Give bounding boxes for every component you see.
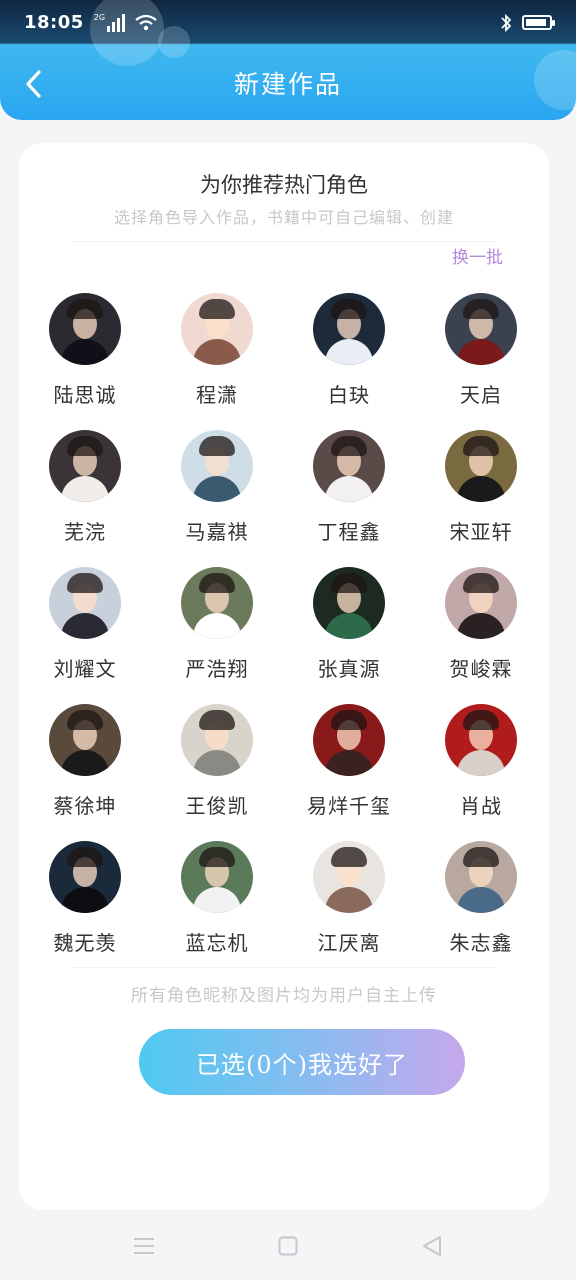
character-name: 马嘉祺 (185, 520, 249, 544)
back-nav-button[interactable] (419, 1233, 445, 1259)
character-name: 程潇 (196, 383, 238, 407)
character-item[interactable]: 宋亚轩 (415, 430, 547, 567)
status-time: 18:05 (24, 12, 84, 33)
character-name: 芜浣 (64, 520, 106, 544)
back-triangle-icon (423, 1236, 441, 1256)
character-avatar (181, 841, 253, 913)
character-item[interactable]: 张真源 (283, 567, 415, 704)
character-avatar (49, 430, 121, 502)
character-item[interactable]: 王俊凯 (151, 704, 283, 841)
upload-notice: 所有角色昵称及图片均为用户自主上传 (131, 986, 437, 1006)
status-bar: 18:05 2G (0, 0, 576, 45)
battery-level (526, 19, 546, 26)
character-name: 白玦 (328, 383, 370, 407)
chevron-left-icon (26, 70, 41, 98)
signal-icon: 2G (93, 12, 126, 32)
character-item[interactable]: 刘耀文 (19, 567, 151, 704)
divider (73, 967, 495, 968)
character-item[interactable]: 贺峻霖 (415, 567, 547, 704)
character-name: 贺峻霖 (449, 657, 513, 681)
character-avatar (49, 704, 121, 776)
wifi-icon (135, 14, 157, 30)
character-item[interactable]: 白玦 (283, 293, 415, 430)
character-avatar (49, 567, 121, 639)
page-header: 新建作品 (0, 45, 576, 120)
character-item[interactable]: 易烊千玺 (283, 704, 415, 841)
character-item[interactable]: 蔡徐坤 (19, 704, 151, 841)
character-item[interactable]: 陆思诚 (19, 293, 151, 430)
character-avatar (49, 841, 121, 913)
character-name: 江厌离 (317, 931, 381, 955)
character-name: 魏无羡 (53, 931, 117, 955)
character-name: 肖战 (460, 794, 502, 818)
card-subline: 选择角色导入作品，书籍中可自己编辑、创建 (113, 208, 454, 227)
character-name: 宋亚轩 (449, 520, 513, 544)
character-picker-card: 为你推荐热门角色 选择角色导入作品，书籍中可自己编辑、创建 换一批 陆思诚 程潇 白… (19, 143, 549, 1210)
character-name: 丁程鑫 (317, 520, 381, 544)
character-name: 蔡徐坤 (53, 794, 117, 818)
character-avatar (181, 293, 253, 365)
network-type: 2G (93, 12, 106, 22)
character-item[interactable]: 肖战 (415, 704, 547, 841)
home-button[interactable] (275, 1233, 301, 1259)
divider (73, 241, 495, 242)
character-avatar (181, 567, 253, 639)
character-item[interactable]: 天启 (415, 293, 547, 430)
character-avatar (181, 430, 253, 502)
menu-button[interactable] (131, 1233, 157, 1259)
character-name: 刘耀文 (53, 657, 117, 681)
character-item[interactable]: 魏无羡 (19, 841, 151, 978)
battery-icon (522, 15, 555, 30)
character-avatar (445, 704, 517, 776)
character-avatar (445, 567, 517, 639)
home-square-icon (278, 1236, 298, 1256)
character-avatar (313, 567, 385, 639)
app-header-background: 18:05 2G 新建作品 (0, 0, 576, 120)
character-item[interactable]: 芜浣 (19, 430, 151, 567)
character-item[interactable]: 江厌离 (283, 841, 415, 978)
character-name: 陆思诚 (53, 383, 117, 407)
character-item[interactable]: 丁程鑫 (283, 430, 415, 567)
character-avatar (181, 704, 253, 776)
character-name: 张真源 (317, 657, 381, 681)
character-item[interactable]: 马嘉祺 (151, 430, 283, 567)
confirm-selection-button[interactable]: 已选(0个)我选好了 (139, 1029, 465, 1095)
bluetooth-icon (501, 13, 512, 32)
character-item[interactable]: 程潇 (151, 293, 283, 430)
character-name: 蓝忘机 (185, 931, 249, 955)
character-avatar (445, 430, 517, 502)
character-grid: 陆思诚 程潇 白玦 天启芜浣 马嘉祺 丁程鑫 宋亚轩刘耀文 严浩翔 张真源 贺峻霖蔡徐坤 王俊凯 易烊… (19, 293, 549, 978)
character-name: 朱志鑫 (449, 931, 513, 955)
character-avatar (313, 841, 385, 913)
back-button[interactable] (18, 69, 48, 99)
page-title: 新建作品 (233, 69, 342, 99)
refresh-batch-button[interactable]: 换一批 (452, 243, 503, 268)
character-avatar (313, 430, 385, 502)
character-avatar (445, 841, 517, 913)
character-name: 易烊千玺 (307, 794, 391, 818)
character-avatar (313, 293, 385, 365)
character-avatar (445, 293, 517, 365)
character-avatar (49, 293, 121, 365)
card-headline: 为你推荐热门角色 (200, 173, 368, 197)
character-item[interactable]: 蓝忘机 (151, 841, 283, 978)
character-name: 王俊凯 (185, 794, 249, 818)
character-avatar (313, 704, 385, 776)
character-item[interactable]: 朱志鑫 (415, 841, 547, 978)
menu-icon (134, 1238, 154, 1254)
character-name: 天启 (460, 383, 502, 407)
system-nav-bar (0, 1212, 576, 1280)
character-name: 严浩翔 (185, 657, 249, 681)
character-item[interactable]: 严浩翔 (151, 567, 283, 704)
